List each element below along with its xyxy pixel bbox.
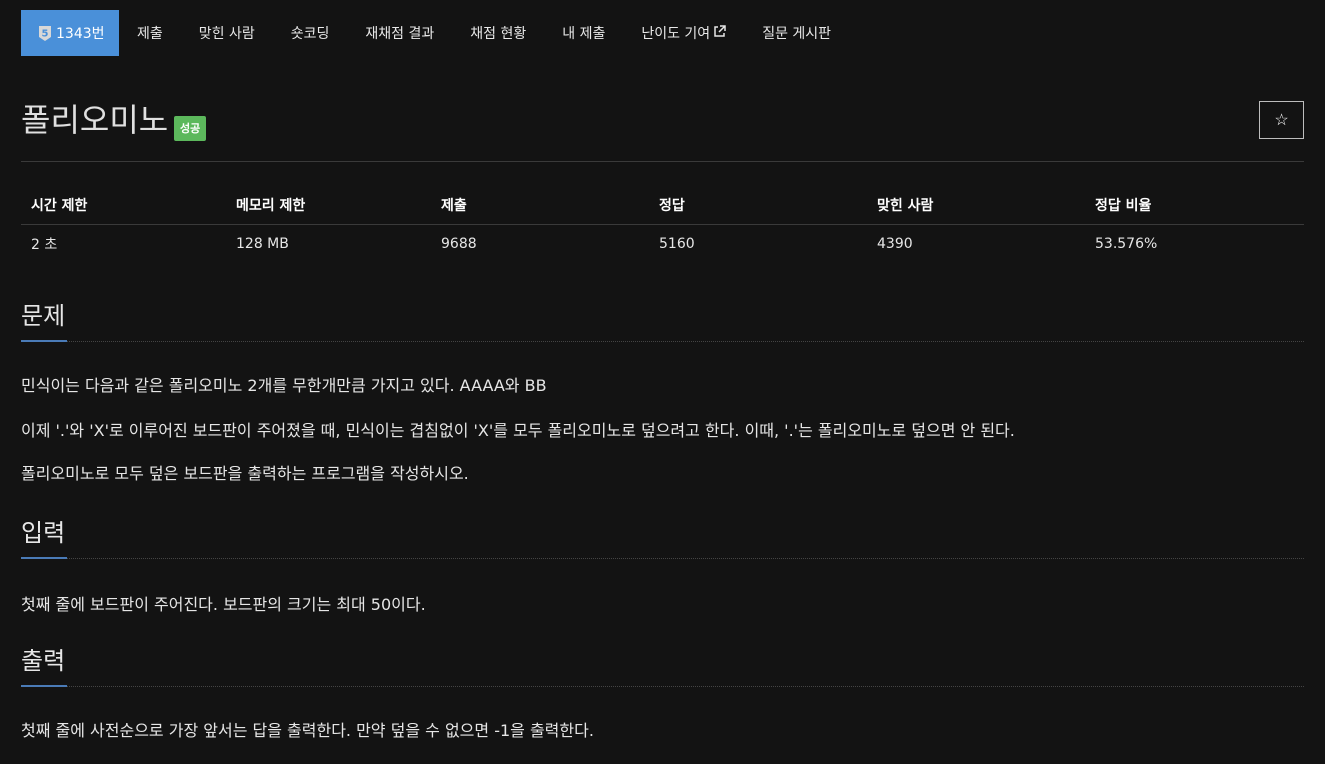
- section-underline: [21, 685, 67, 687]
- nav-submit[interactable]: 제출: [119, 10, 181, 56]
- section-header: 문제: [21, 300, 1304, 342]
- section-underline: [21, 557, 67, 559]
- problem-info-table: 시간 제한 메모리 제한 제출 정답 맞힌 사람 정답 비율 2 초 128 M…: [21, 186, 1304, 263]
- favorite-star-button[interactable]: ☆: [1259, 101, 1304, 139]
- section-header: 출력: [21, 645, 1304, 687]
- nav-my-submissions[interactable]: 내 제출: [544, 10, 623, 56]
- nav-status[interactable]: 채점 현황: [452, 10, 544, 56]
- section-input: 입력 첫째 줄에 보드판이 주어진다. 보드판의 크기는 최대 50이다.: [21, 517, 1304, 616]
- nav-short-coding[interactable]: 숏코딩: [273, 10, 348, 56]
- page-title: 폴리오미노: [21, 101, 169, 139]
- cell-memory-limit: 128 MB: [236, 235, 289, 252]
- svg-text:5: 5: [42, 28, 49, 39]
- description-paragraph: 민식이는 다음과 같은 폴리오미노 2개를 무한개만큼 가지고 있다. AAAA…: [21, 376, 547, 395]
- nav-solved-users[interactable]: 맞힌 사람: [181, 10, 273, 56]
- section-description: 문제 민식이는 다음과 같은 폴리오미노 2개를 무한개만큼 가지고 있다. A…: [21, 300, 1304, 485]
- output-paragraph: 첫째 줄에 사전순으로 가장 앞서는 답을 출력한다. 만약 덮을 수 없으면 …: [21, 721, 594, 740]
- nav-difficulty-label: 난이도 기여: [641, 26, 711, 42]
- nav-rejudge-results[interactable]: 재채점 결과: [347, 10, 452, 56]
- section-title-output: 출력: [21, 647, 66, 675]
- cell-accept-ratio: 53.576%: [1095, 235, 1158, 252]
- cell-accepted: 5160: [659, 235, 695, 252]
- table-header-row: 시간 제한 메모리 제한 제출 정답 맞힌 사람 정답 비율: [21, 186, 1304, 225]
- star-icon: ☆: [1274, 112, 1289, 129]
- section-underline: [21, 340, 67, 342]
- section-title-input: 입력: [21, 519, 66, 547]
- section-output: 출력 첫째 줄에 사전순으로 가장 앞서는 답을 출력한다. 만약 덮을 수 없…: [21, 645, 1304, 742]
- nav-question-board[interactable]: 질문 게시판: [744, 10, 849, 56]
- problem-title-row: 폴리오미노 성공 ☆: [21, 100, 1304, 162]
- header-time-limit: 시간 제한: [21, 186, 226, 225]
- cell-solved-users: 4390: [877, 235, 913, 252]
- header-submissions: 제출: [431, 186, 649, 225]
- problem-nav: 5 1343번 제출 맞힌 사람 숏코딩 재채점 결과 채점 현황 내 제출 난…: [21, 10, 849, 56]
- nav-difficulty-contribution[interactable]: 난이도 기여: [623, 10, 744, 56]
- header-memory-limit: 메모리 제한: [226, 186, 431, 225]
- section-header: 입력: [21, 517, 1304, 559]
- cell-submissions: 9688: [441, 235, 477, 252]
- input-paragraph: 첫째 줄에 보드판이 주어진다. 보드판의 크기는 최대 50이다.: [21, 595, 426, 614]
- header-solved-users: 맞힌 사람: [867, 186, 1085, 225]
- section-title-description: 문제: [21, 302, 66, 330]
- header-accepted: 정답: [649, 186, 867, 225]
- status-badge: 성공: [174, 116, 207, 141]
- table-row: 2 초 128 MB 9688 5160 4390 53.576%: [21, 224, 1304, 263]
- external-link-icon: [713, 24, 726, 42]
- nav-problem-number-label: 1343번: [56, 26, 105, 42]
- description-paragraph: 폴리오미노로 모두 덮은 보드판을 출력하는 프로그램을 작성하시오.: [21, 464, 469, 483]
- cell-time-limit: 2 초: [31, 236, 58, 253]
- tier-badge-icon: 5: [38, 25, 52, 42]
- header-accept-ratio: 정답 비율: [1085, 186, 1304, 225]
- nav-problem-number[interactable]: 5 1343번: [21, 10, 119, 56]
- description-paragraph: 이제 '.'와 'X'로 이루어진 보드판이 주어졌을 때, 민식이는 겹침없이…: [21, 421, 1015, 440]
